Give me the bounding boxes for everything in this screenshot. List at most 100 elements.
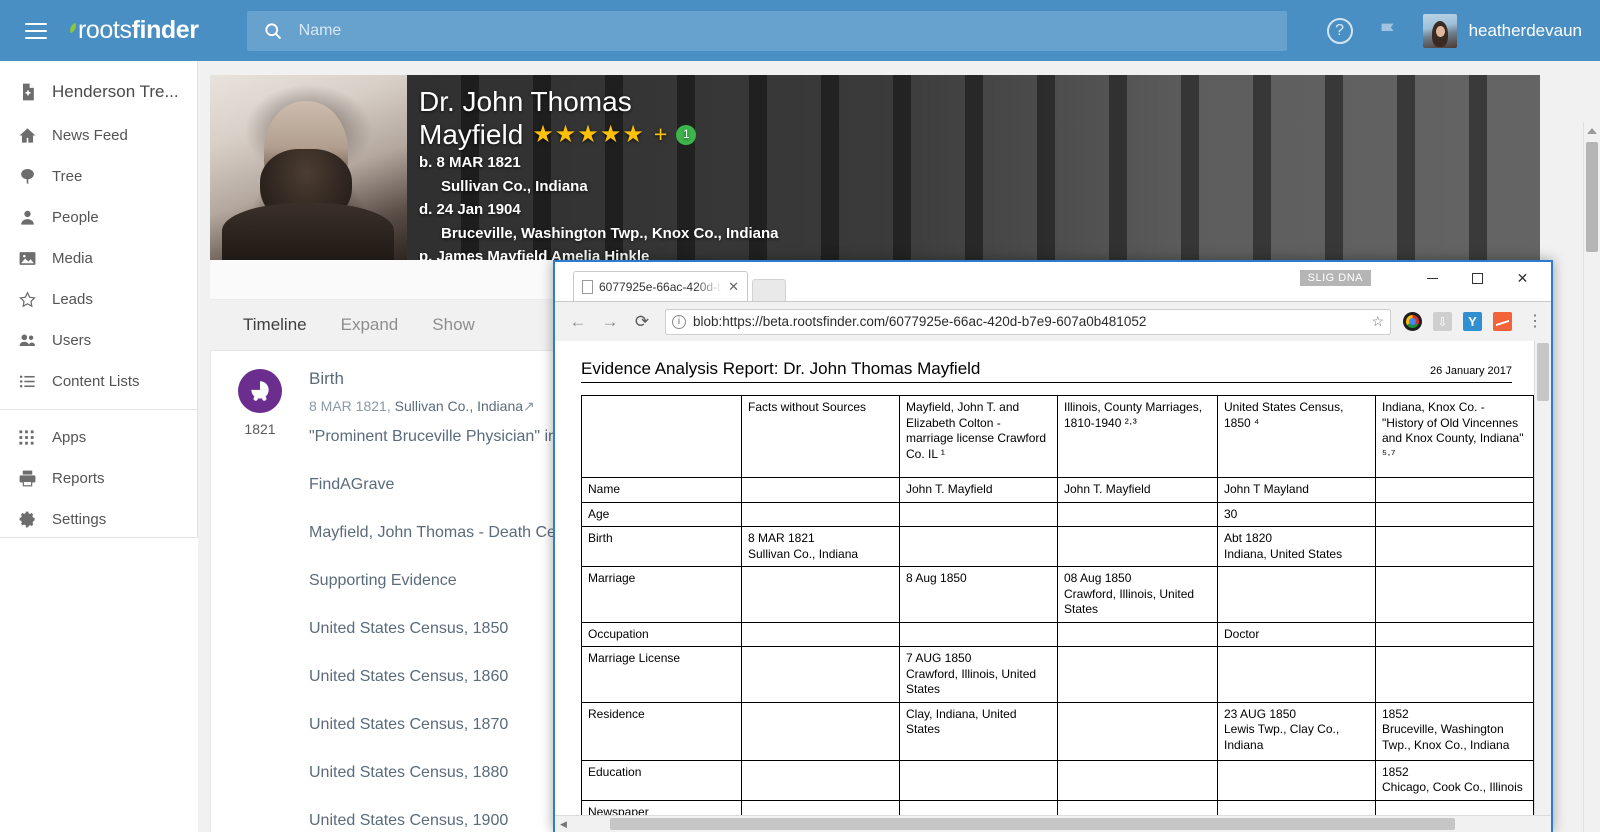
user-menu[interactable]: heatherdevaun [1422,13,1582,48]
sidebar-item-label: People [52,209,99,226]
sidebar-item-media[interactable]: Media [0,238,197,279]
table-row: Age 30 [581,501,1534,527]
document-horizontal-scrollbar[interactable]: ◀ [555,815,1551,832]
star-outline-icon [18,290,52,309]
sidebar-divider [0,409,197,410]
cell: 7 AUG 1850 Crawford, Illinois, United Sta… [899,646,1058,703]
sidebar-item-settings[interactable]: Settings [0,499,197,540]
browser-extensions: ⇩ ⋮ [1399,312,1543,331]
person-icon [18,208,52,227]
sidebar-item-content-lists[interactable]: Content Lists [0,361,197,402]
person-portrait-photo[interactable] [210,75,407,260]
cell [1057,526,1218,567]
cell: John T. Mayfield [1057,477,1218,503]
column-header: Facts without Sources [741,395,900,478]
close-icon[interactable]: ✕ [1500,264,1545,292]
browser-tab[interactable]: 6077925e-66ac-420d-b7 ✕ [573,271,748,301]
flag-icon[interactable] [1377,20,1399,42]
timeline-event-place[interactable]: Sullivan Co., Indiana [395,398,523,414]
back-arrow-icon[interactable]: ← [563,307,593,337]
scrollbar-thumb[interactable] [1586,142,1598,252]
cell [741,621,900,647]
star-outline-icon[interactable]: ☆ [1371,313,1384,330]
table-row: Marriage 8 Aug 1850 08 Aug 1850 Crawford,… [581,566,1534,623]
row-label: Residence [581,701,742,761]
scrollbar-thumb[interactable] [610,818,1455,830]
tab-expand[interactable]: Expand [341,315,399,335]
three-dot-menu-icon[interactable]: ⋮ [1523,313,1543,329]
reload-icon[interactable]: ⟳ [627,307,657,337]
cell [1375,526,1534,567]
close-icon[interactable]: ✕ [728,279,739,295]
new-tab-icon[interactable] [752,279,786,301]
brand-light: roots [78,16,132,44]
blue-extension-icon[interactable] [1463,312,1482,331]
brand-logo[interactable]: roots finder [67,16,199,45]
window-controls: ✕ [1410,264,1545,292]
row-label: Education [581,759,742,801]
browser-tab-title: 6077925e-66ac-420d-b7 [599,279,723,294]
cell [741,701,900,761]
status-badge[interactable]: 1 [676,124,697,145]
forward-arrow-icon[interactable]: → [595,307,625,337]
hamburger-icon[interactable] [25,22,47,39]
column-header: Illinois, County Marriages, 1810-1940 ²·… [1057,395,1218,478]
minimize-icon[interactable] [1410,264,1455,292]
person-hero-banner: Dr. John Thomas Mayfield ★★★★★ + 1 b. 8 … [210,75,1540,260]
people-icon [18,331,52,350]
add-rating-icon[interactable]: + [654,123,667,146]
help-circle-icon[interactable]: ? [1326,17,1353,44]
sidebar-item-label: Users [52,332,92,349]
column-header [581,395,742,478]
cell [741,566,900,623]
sidebar-item-tree[interactable]: Tree [0,156,197,197]
cell [899,799,1058,815]
timeline-year: 1821 [244,421,276,437]
scroll-left-arrow-icon[interactable]: ◀ [555,819,572,830]
sidebar-item-news-feed[interactable]: News Feed [0,115,197,156]
cell [741,646,900,703]
search-input[interactable] [298,21,1287,40]
tab-timeline[interactable]: Timeline [243,315,307,335]
sidebar-item-people[interactable]: People [0,197,197,238]
cell: 1852 Bruceville, Washington Twp., Knox Co… [1375,701,1534,761]
sidebar-item-reports[interactable]: Reports [0,458,197,499]
browser-titlebar[interactable]: 6077925e-66ac-420d-b7 ✕ SLIG DNA ✕ [555,262,1551,301]
browser-toolbar: ← → ⟳ i blob:https://beta.rootsfinder.co… [555,301,1551,341]
cell [1217,646,1376,703]
search-bar[interactable] [246,10,1287,51]
document-vertical-scrollbar[interactable] [1534,341,1551,815]
sidebar-item-users[interactable]: Users [0,320,197,361]
info-icon[interactable]: i [672,314,686,329]
pdf-icon[interactable]: ⇩ [1433,312,1452,331]
scroll-up-arrow-icon[interactable] [1587,128,1597,134]
cell [741,759,900,801]
chart-extension-icon[interactable] [1493,312,1512,331]
sidebar-item-label: Media [52,250,93,267]
cell [1057,759,1218,801]
baby-carriage-icon [238,369,282,413]
rating-stars[interactable]: ★★★★★ [532,122,645,147]
birth-place: Sullivan Co., Indiana [441,177,588,195]
app-vertical-scrollbar[interactable] [1583,122,1600,832]
scrollbar-thumb[interactable] [1537,343,1549,401]
external-link-icon[interactable]: ↗︎ [523,398,535,414]
timeline-gutter: 1821 [229,369,291,832]
sidebar-item-label: Leads [52,291,93,308]
cell: John T Mayland [1217,477,1376,503]
maximize-icon[interactable] [1455,264,1500,292]
chrome-logo-icon[interactable] [1403,312,1422,331]
sidebar-item-tree-name[interactable]: Henderson Tre... [0,69,197,115]
cell: John T. Mayfield [899,477,1058,503]
sidebar-item-leads[interactable]: Leads [0,279,197,320]
cell [1057,501,1218,527]
row-label: Name [581,477,742,503]
table-row: Education 1852 Chicago, Cook Co., Illinoi… [581,759,1534,801]
sidebar-item-apps[interactable]: Apps [0,417,197,458]
cell [1375,566,1534,623]
tab-show[interactable]: Show [432,315,475,335]
person-name-line2-row: Mayfield ★★★★★ + 1 [419,118,779,151]
cell: Abt 1820 Indiana, United States [1217,526,1376,567]
address-bar[interactable]: i blob:https://beta.rootsfinder.com/6077… [665,308,1391,335]
table-row: Newspaper [581,799,1534,815]
